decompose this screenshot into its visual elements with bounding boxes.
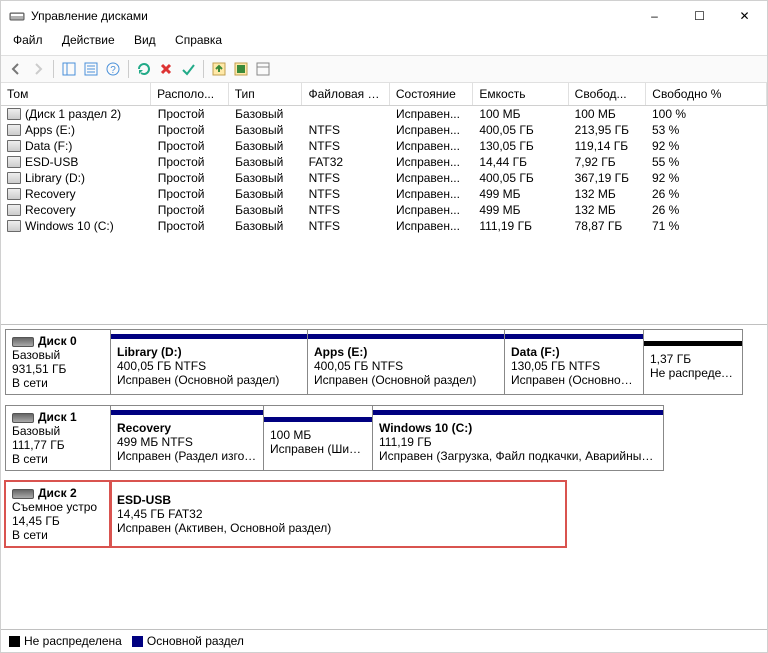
maximize-button[interactable]: ☐ [677, 1, 722, 31]
partition[interactable]: Library (D:)400,05 ГБ NTFSИсправен (Осно… [110, 329, 308, 395]
settings-button[interactable] [254, 60, 272, 78]
disk-row: Диск 1Базовый111,77 ГБВ сетиRecovery499 … [5, 405, 763, 471]
svg-text:?: ? [110, 65, 116, 76]
table-row[interactable]: RecoveryПростойБазовыйNTFSИсправен...499… [1, 202, 767, 218]
disk-icon [12, 337, 34, 347]
apply-button[interactable] [179, 60, 197, 78]
partition[interactable]: 1,37 ГБНе распределена [643, 329, 743, 395]
volume-icon [7, 140, 21, 152]
table-row[interactable]: RecoveryПростойБазовыйNTFSИсправен...499… [1, 186, 767, 202]
col-free[interactable]: Свобод... [569, 83, 647, 105]
legend-primary: Основной раздел [132, 634, 244, 648]
volume-icon [7, 188, 21, 200]
help-menu[interactable]: Справка [167, 32, 230, 48]
partition-band [111, 334, 307, 339]
view-top-button[interactable] [210, 60, 228, 78]
partition[interactable]: 100 МБИсправен (Шифров: [263, 405, 373, 471]
col-capacity[interactable]: Емкость [473, 83, 568, 105]
partition-band [264, 417, 372, 422]
table-row[interactable]: Data (F:)ПростойБазовыйNTFSИсправен...13… [1, 138, 767, 154]
col-status[interactable]: Состояние [390, 83, 474, 105]
table-row[interactable]: Windows 10 (C:)ПростойБазовыйNTFSИсправе… [1, 218, 767, 234]
col-filesystem[interactable]: Файловая с... [302, 83, 389, 105]
disk-info[interactable]: Диск 2Съемное устро14,45 ГБВ сети [5, 481, 111, 547]
titlebar[interactable]: Управление дисками – ☐ ✕ [1, 1, 767, 31]
partition[interactable]: Data (F:)130,05 ГБ NTFSИсправен (Основно… [504, 329, 644, 395]
action-menu[interactable]: Действие [54, 32, 123, 48]
column-headers[interactable]: Том Располо... Тип Файловая с... Состоян… [1, 83, 767, 106]
col-volume[interactable]: Том [1, 83, 151, 105]
partition[interactable]: ESD-USB14,45 ГБ FAT32Исправен (Активен, … [110, 481, 566, 547]
col-pct[interactable]: Свободно % [646, 83, 767, 105]
disk-info[interactable]: Диск 1Базовый111,77 ГБВ сети [5, 405, 111, 471]
show-tree-button[interactable] [60, 60, 78, 78]
disk-info[interactable]: Диск 0Базовый931,51 ГБВ сети [5, 329, 111, 395]
refresh-button[interactable] [135, 60, 153, 78]
back-button[interactable] [7, 60, 25, 78]
app-icon [9, 8, 25, 24]
view-menu[interactable]: Вид [126, 32, 164, 48]
volume-icon [7, 108, 21, 120]
partition[interactable]: Apps (E:)400,05 ГБ NTFSИсправен (Основно… [307, 329, 505, 395]
window-title: Управление дисками [31, 9, 632, 23]
disk-management-window: Управление дисками – ☐ ✕ Файл Действие В… [0, 0, 768, 653]
col-type[interactable]: Тип [229, 83, 303, 105]
table-row[interactable]: ESD-USBПростойБазовыйFAT32Исправен...14,… [1, 154, 767, 170]
partition-band [111, 410, 263, 415]
legend-unallocated: Не распределена [9, 634, 122, 648]
table-row[interactable]: Apps (E:)ПростойБазовыйNTFSИсправен...40… [1, 122, 767, 138]
volume-icon [7, 204, 21, 216]
partition[interactable]: Windows 10 (C:)111,19 ГБИсправен (Загруз… [372, 405, 664, 471]
file-menu[interactable]: Файл [5, 32, 51, 48]
table-row[interactable]: Library (D:)ПростойБазовыйNTFSИсправен..… [1, 170, 767, 186]
properties-button[interactable] [82, 60, 100, 78]
volume-icon [7, 172, 21, 184]
partition-band [308, 334, 504, 339]
forward-button[interactable] [29, 60, 47, 78]
view-bottom-button[interactable] [232, 60, 250, 78]
volume-icon [7, 220, 21, 232]
volume-icon [7, 124, 21, 136]
disk-row: Диск 0Базовый931,51 ГБВ сетиLibrary (D:)… [5, 329, 763, 395]
partition-band [505, 334, 643, 339]
help-button[interactable]: ? [104, 60, 122, 78]
volume-list[interactable]: Том Располо... Тип Файловая с... Состоян… [1, 83, 767, 325]
delete-button[interactable] [157, 60, 175, 78]
disk-row: Диск 2Съемное устро14,45 ГБВ сетиESD-USB… [5, 481, 763, 547]
partition[interactable]: Recovery499 МБ NTFSИсправен (Раздел изго… [110, 405, 264, 471]
volume-icon [7, 156, 21, 168]
minimize-button[interactable]: – [632, 1, 677, 31]
disk-icon [12, 489, 34, 499]
partition-band [644, 341, 742, 346]
legend: Не распределена Основной раздел [1, 629, 767, 652]
close-button[interactable]: ✕ [722, 1, 767, 31]
disk-icon [12, 413, 34, 423]
menubar: Файл Действие Вид Справка [1, 31, 767, 55]
disk-graphical-view[interactable]: Диск 0Базовый931,51 ГБВ сетиLibrary (D:)… [1, 325, 767, 629]
col-location[interactable]: Располо... [151, 83, 229, 105]
toolbar: ? [1, 55, 767, 83]
table-row[interactable]: (Диск 1 раздел 2)ПростойБазовыйИсправен.… [1, 106, 767, 122]
partition-band [373, 410, 663, 415]
